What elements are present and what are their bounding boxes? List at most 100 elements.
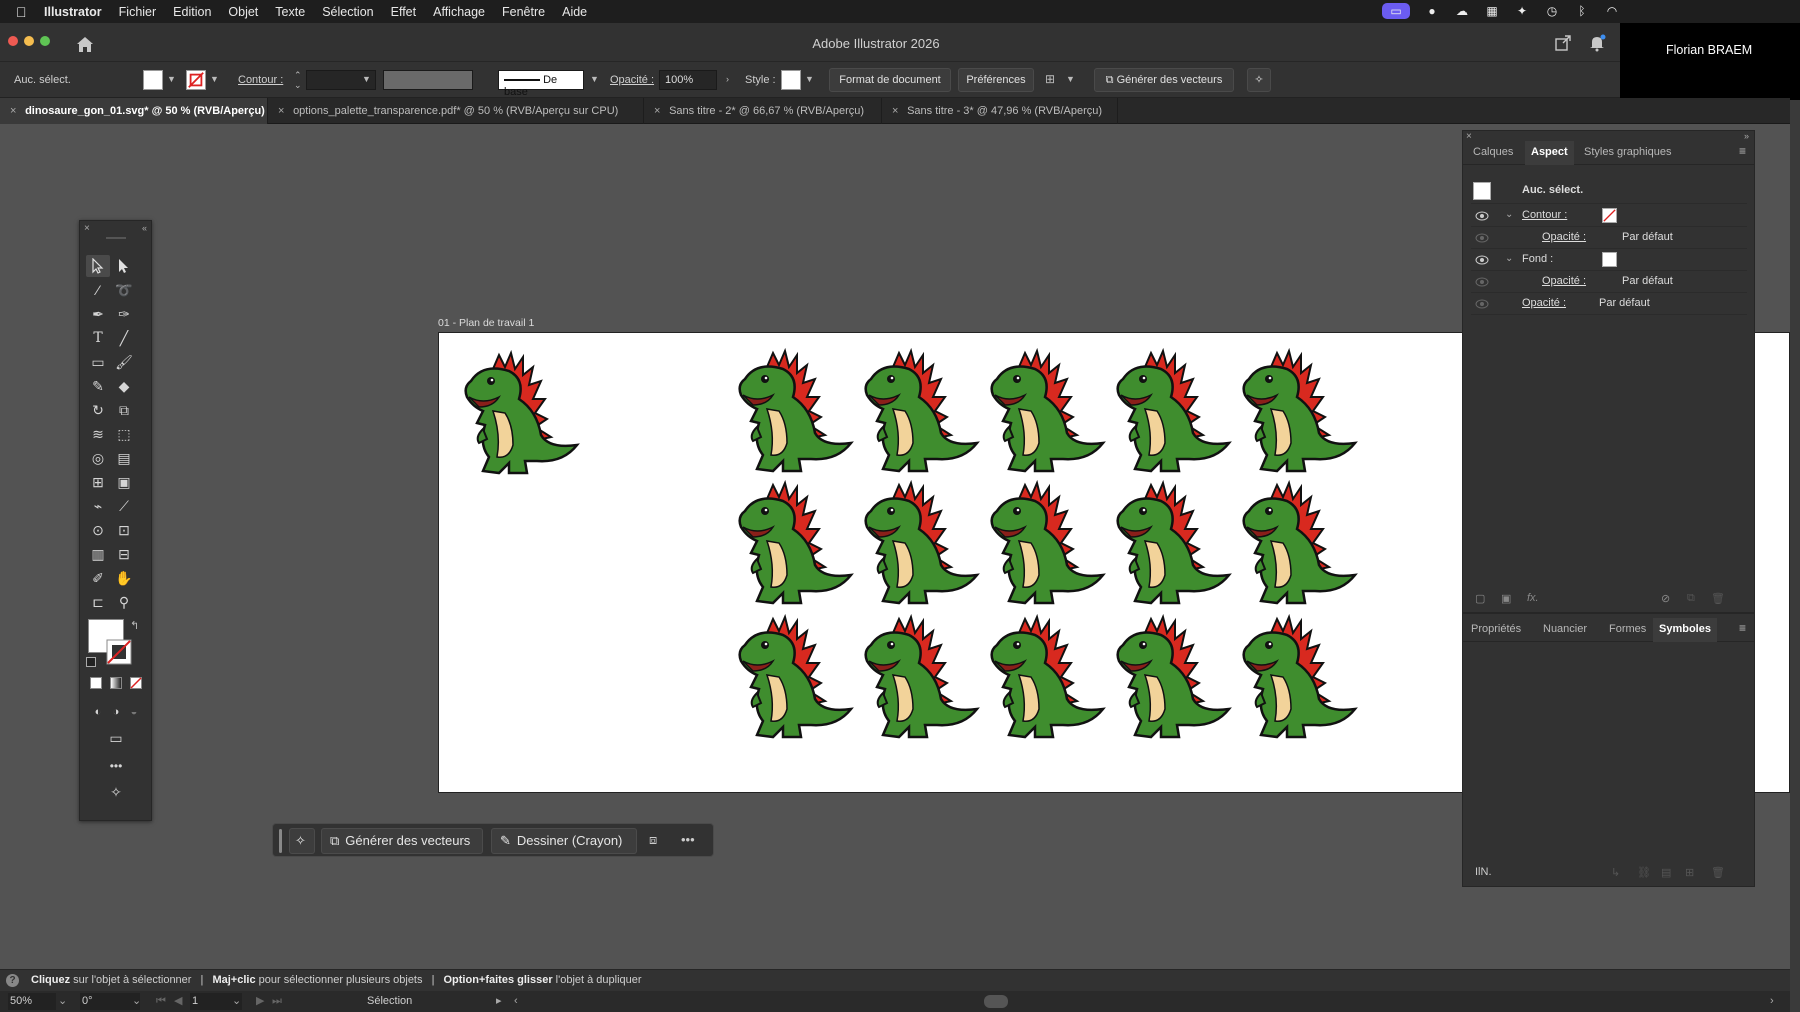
artboard-tool[interactable]: ⊟ [112,543,136,565]
clock-icon[interactable]: ◷ [1544,3,1560,19]
scroll-left-arrow[interactable]: ‹ [514,993,518,1010]
tab-symboles[interactable]: Symboles [1653,618,1717,642]
screen-mode-icon[interactable]: ▭ [104,727,128,749]
menu-fenetre[interactable]: Fenêtre [502,5,545,19]
contour-swatch[interactable] [1602,208,1617,223]
menu-app-name[interactable]: Illustrator [44,5,102,19]
taskbar-more-button[interactable]: ••• [681,832,695,847]
sparkle-icon[interactable]: ✦ [1514,3,1530,19]
dinosaur-artwork[interactable] [1105,347,1235,477]
visibility-eye-icon[interactable] [1475,254,1489,266]
duplicate-item-icon[interactable]: ⧉ [1687,592,1695,605]
zoom-dropdown-icon[interactable]: ⌄ [58,993,67,1010]
contour-link[interactable]: Contour : [1522,209,1567,221]
tab-sans-titre-2[interactable]: × Sans titre - 2* @ 66,67 % (RVB/Aperçu) [644,98,882,124]
blend-tool[interactable]: ⊙ [86,519,110,541]
place-symbol-icon[interactable]: ↳ [1611,866,1620,879]
dinosaur-artwork[interactable] [1231,479,1361,609]
paintbrush-tool[interactable]: 🖌 [112,351,136,373]
none-mode-icon[interactable] [130,677,142,689]
shaper-tool[interactable]: ✎ [86,375,110,397]
dinosaur-artwork[interactable] [1231,347,1361,477]
width-tool[interactable]: ≋ [86,423,110,445]
aspect-row-contour[interactable]: ⌄ Contour : [1471,205,1747,227]
chat-icon[interactable]: ● [1424,3,1440,19]
hand-tool[interactable]: ✋ [112,567,136,589]
visibility-eye-icon[interactable] [1475,298,1489,310]
brush-dropdown-icon[interactable]: ▼ [590,74,600,84]
mesh-tool[interactable]: ⊞ [86,471,110,493]
share-icon[interactable] [1554,34,1572,52]
fond-swatch[interactable] [1602,252,1617,267]
dinosaur-artwork[interactable] [727,479,857,609]
wifi-icon[interactable]: ◠ [1604,3,1620,19]
menu-texte[interactable]: Texte [275,5,305,19]
rotation-field[interactable]: 0° [80,993,140,1010]
zoom-field[interactable]: 50% [8,993,56,1010]
panel-collapse-icon[interactable]: » [1744,131,1749,141]
tab-sans-titre-3[interactable]: × Sans titre - 3* @ 47,96 % (RVB/Aperçu) [882,98,1118,124]
rectangle-tool[interactable]: ▭ [86,351,110,373]
opacity-label[interactable]: Opacité : [610,74,654,86]
right-scroll-track[interactable] [1790,100,1800,1012]
align-icon[interactable]: ⊞ [1045,73,1055,85]
dinosaur-artwork[interactable] [979,479,1109,609]
menu-objet[interactable]: Objet [228,5,258,19]
dinosaur-artwork[interactable] [853,479,983,609]
status-menu-arrow[interactable]: ▸ [496,993,502,1010]
pen-tool[interactable]: ✒ [86,303,110,325]
close-icon[interactable]: × [10,98,22,124]
tab-proprietes[interactable]: Propriétés [1471,618,1521,642]
opacity-link[interactable]: Opacité : [1522,297,1566,309]
first-artboard-icon[interactable]: ⏮ [156,993,166,1010]
stroke-swatch[interactable] [186,70,206,90]
dinosaur-artwork[interactable] [727,613,857,743]
visibility-eye-icon[interactable] [1475,276,1489,288]
tab-aspect[interactable]: Aspect [1525,141,1574,165]
perspective-grid-tool[interactable]: ▤ [112,447,136,469]
gradient-mode-icon[interactable] [110,677,122,689]
preferences-button[interactable]: Préférences [958,68,1034,92]
variable-width-profile[interactable] [383,70,473,90]
visibility-eye-icon[interactable] [1475,232,1489,244]
edit-toolbar-button[interactable]: ••• [104,755,128,777]
type-tool[interactable]: T [86,327,110,349]
magic-wand-tool[interactable]: ⁄ [86,279,110,301]
help-icon[interactable]: ? [6,974,19,987]
document-format-button[interactable]: Format de document [829,68,951,92]
menu-aide[interactable]: Aide [562,5,587,19]
close-icon[interactable]: × [654,98,666,124]
align-dropdown-icon[interactable]: ▼ [1066,74,1076,84]
dinosaur-artwork[interactable] [1105,479,1235,609]
horizontal-scroll-thumb[interactable] [984,995,1008,1008]
menu-effet[interactable]: Effet [391,5,416,19]
fill-dropdown-icon[interactable]: ▼ [167,74,177,84]
print-tiling-tool[interactable]: ⊏ [86,591,110,613]
opacity-link[interactable]: Opacité : [1542,231,1586,243]
contour-label[interactable]: Contour : [238,74,283,86]
cloud-icon[interactable]: ☁ [1454,3,1470,19]
gradient-tool[interactable]: ▣ [112,471,136,493]
dinosaur-artwork[interactable] [453,349,583,479]
tab-styles-graphiques[interactable]: Styles graphiques [1584,141,1671,165]
aspect-row-fond[interactable]: ⌄ Fond : [1471,249,1747,271]
tab-calques[interactable]: Calques [1473,141,1513,165]
keyboard-icon[interactable]: ▦ [1484,3,1500,19]
close-icon[interactable]: × [892,98,904,124]
break-link-icon[interactable]: ⛓ [1637,866,1651,879]
line-tool[interactable]: ╱ [112,327,136,349]
scale-tool[interactable]: ⧉ [112,399,136,421]
dinosaur-artwork[interactable] [853,347,983,477]
toolbox-grip[interactable] [106,237,126,239]
add-fill-icon[interactable]: ▣ [1501,592,1511,605]
visibility-eye-icon[interactable] [1475,210,1489,222]
stroke-color-swatch[interactable] [106,639,132,665]
brush-definition[interactable]: De base [498,70,584,98]
draw-inside-icon[interactable]: ◒ [122,701,146,723]
dinosaur-artwork[interactable] [979,347,1109,477]
curvature-tool[interactable]: ✑ [112,303,136,325]
panel-menu-icon[interactable]: ≡ [1739,621,1746,635]
measure-tool[interactable]: ⟋ [112,495,136,517]
free-transform-tool[interactable]: ⬚ [112,423,136,445]
selection-tool[interactable] [86,255,110,277]
